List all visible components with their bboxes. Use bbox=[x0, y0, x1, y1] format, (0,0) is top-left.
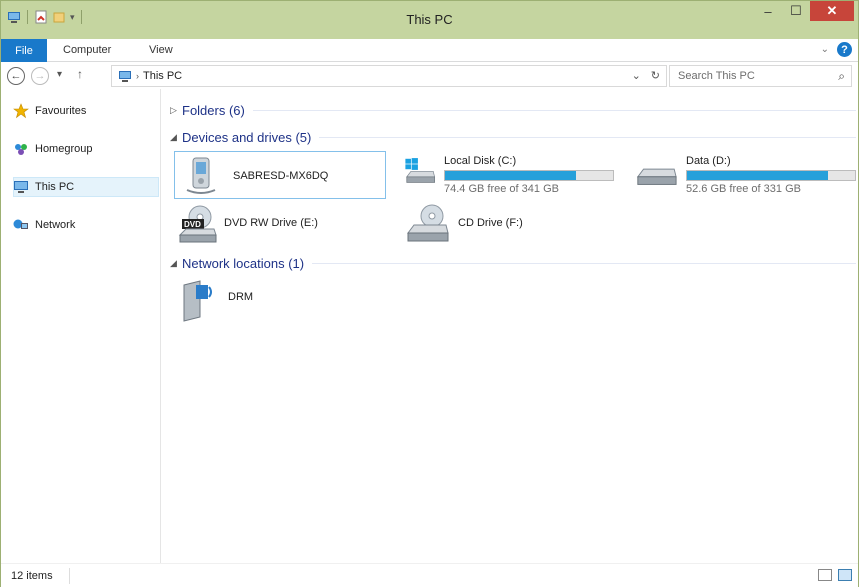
address-bar[interactable]: › This PC ⌄ ↻ bbox=[111, 65, 667, 87]
drive-free-space: 74.4 GB free of 341 GB bbox=[444, 183, 559, 195]
drive-name: DVD RW Drive (E:) bbox=[224, 217, 318, 229]
search-icon[interactable]: ⌕ bbox=[838, 69, 845, 84]
ribbon-tabs: File Computer View ⌄ ? bbox=[1, 39, 858, 62]
large-icons-view-icon[interactable] bbox=[838, 569, 852, 581]
computer-icon bbox=[119, 71, 131, 82]
navigation-bar: ← → ▾ ↑ › This PC ⌄ ↻ Search This PC ⌕ bbox=[1, 63, 858, 89]
up-button[interactable]: ↑ bbox=[77, 67, 83, 81]
expand-ribbon-icon[interactable]: ⌄ bbox=[821, 44, 829, 55]
sidebar-item-label: This PC bbox=[35, 181, 75, 193]
drive-usage-bar bbox=[444, 170, 614, 181]
homegroup-icon bbox=[15, 144, 27, 155]
drive-item-c[interactable]: Local Disk (C:) 74.4 GB free of 341 GB bbox=[404, 151, 614, 199]
drive-free-space: 52.6 GB free of 331 GB bbox=[686, 183, 801, 195]
recent-locations-icon[interactable]: ▾ bbox=[57, 69, 62, 80]
group-network-locations[interactable]: ◢ Network locations (1) bbox=[170, 254, 856, 272]
group-header-label: Network locations (1) bbox=[182, 255, 305, 271]
content-pane: ▷ Folders (6) ◢ Devices and drives (5) S… bbox=[162, 89, 858, 563]
address-dropdown-icon[interactable]: ⌄ bbox=[632, 69, 641, 82]
explorer-window: ▾ This PC – ☐ ✕ File Computer View ⌄ ? ←… bbox=[0, 0, 859, 587]
network-location-icon bbox=[183, 280, 212, 322]
refresh-icon[interactable]: ↻ bbox=[651, 69, 660, 82]
hard-drive-icon bbox=[636, 168, 677, 185]
sidebar-item-label: Favourites bbox=[35, 105, 87, 117]
drive-item-e[interactable]: DVD DVD RW Drive (E:) bbox=[174, 203, 386, 247]
group-divider bbox=[312, 262, 856, 264]
group-divider bbox=[319, 136, 856, 138]
details-view-icon[interactable] bbox=[818, 569, 832, 581]
back-button[interactable]: ← bbox=[7, 67, 25, 85]
network-location-item-drm[interactable]: DRM bbox=[178, 277, 338, 325]
window-title: This PC bbox=[406, 12, 453, 27]
forward-button[interactable]: → bbox=[31, 67, 49, 85]
help-icon[interactable]: ? bbox=[837, 42, 852, 57]
close-button[interactable]: ✕ bbox=[810, 1, 854, 21]
item-count: 12 items bbox=[11, 570, 53, 582]
drive-info: Local Disk (C:) 74.4 GB free of 341 GB bbox=[444, 155, 614, 195]
windows-drive-icon bbox=[405, 158, 436, 183]
status-bar: 12 items bbox=[1, 563, 858, 587]
sidebar-item-label: Network bbox=[35, 219, 76, 231]
minimize-button[interactable]: – bbox=[754, 1, 782, 21]
expand-arrow-icon[interactable]: ▷ bbox=[170, 105, 182, 116]
maximize-button[interactable]: ☐ bbox=[782, 1, 810, 21]
view-switcher bbox=[818, 569, 852, 581]
collapse-arrow-icon[interactable]: ◢ bbox=[170, 258, 182, 269]
device-name: SABRESD-MX6DQ bbox=[233, 170, 329, 182]
sidebar-item-network[interactable]: Network bbox=[13, 215, 75, 235]
sidebar-item-homegroup[interactable]: Homegroup bbox=[13, 139, 92, 159]
breadcrumb[interactable]: This PC bbox=[143, 70, 182, 82]
drive-name: CD Drive (F:) bbox=[458, 217, 523, 229]
portable-device-icon bbox=[186, 157, 216, 194]
search-input[interactable]: Search This PC bbox=[678, 70, 755, 82]
group-devices-and-drives[interactable]: ◢ Devices and drives (5) bbox=[170, 128, 856, 146]
navigation-pane: Favourites Homegroup This PC Network bbox=[1, 89, 161, 563]
dvd-drive-icon: DVD bbox=[178, 205, 217, 243]
device-item-sabresd[interactable]: SABRESD-MX6DQ bbox=[174, 151, 386, 199]
drive-info: Data (D:) 52.6 GB free of 331 GB bbox=[686, 155, 856, 195]
ribbon-right-controls: ⌄ ? bbox=[821, 42, 852, 57]
computer-icon bbox=[14, 181, 28, 193]
breadcrumb-separator-icon[interactable]: › bbox=[136, 71, 139, 81]
svg-text:DVD: DVD bbox=[184, 220, 201, 229]
sidebar-item-this-pc[interactable]: This PC bbox=[13, 177, 74, 197]
group-header-label: Devices and drives (5) bbox=[182, 129, 312, 145]
status-divider bbox=[69, 568, 70, 584]
star-icon bbox=[13, 103, 29, 119]
window-controls: – ☐ ✕ bbox=[754, 1, 854, 21]
cd-drive-icon bbox=[407, 204, 449, 242]
tab-file[interactable]: File bbox=[1, 39, 47, 62]
drive-usage-bar bbox=[686, 170, 856, 181]
sidebar-item-label: Homegroup bbox=[35, 143, 93, 155]
group-folders[interactable]: ▷ Folders (6) bbox=[170, 101, 856, 119]
drive-usage-fill bbox=[687, 171, 829, 180]
tab-computer[interactable]: Computer bbox=[63, 44, 111, 56]
sidebar-item-favourites[interactable]: Favourites bbox=[13, 101, 86, 121]
network-location-name: DRM bbox=[228, 291, 254, 303]
drive-name: Local Disk (C:) bbox=[444, 155, 517, 167]
drive-item-d[interactable]: Data (D:) 52.6 GB free of 331 GB bbox=[634, 151, 856, 199]
drive-item-f[interactable]: CD Drive (F:) bbox=[404, 203, 614, 247]
collapse-arrow-icon[interactable]: ◢ bbox=[170, 132, 182, 143]
group-divider bbox=[252, 109, 856, 111]
drive-name: Data (D:) bbox=[686, 155, 731, 167]
tab-view[interactable]: View bbox=[149, 44, 173, 56]
title-bar: ▾ This PC – ☐ ✕ bbox=[1, 1, 858, 39]
drive-usage-fill bbox=[445, 171, 577, 180]
group-header-label: Folders (6) bbox=[182, 102, 245, 118]
search-box[interactable]: Search This PC ⌕ bbox=[669, 65, 852, 87]
network-icon bbox=[13, 219, 28, 229]
